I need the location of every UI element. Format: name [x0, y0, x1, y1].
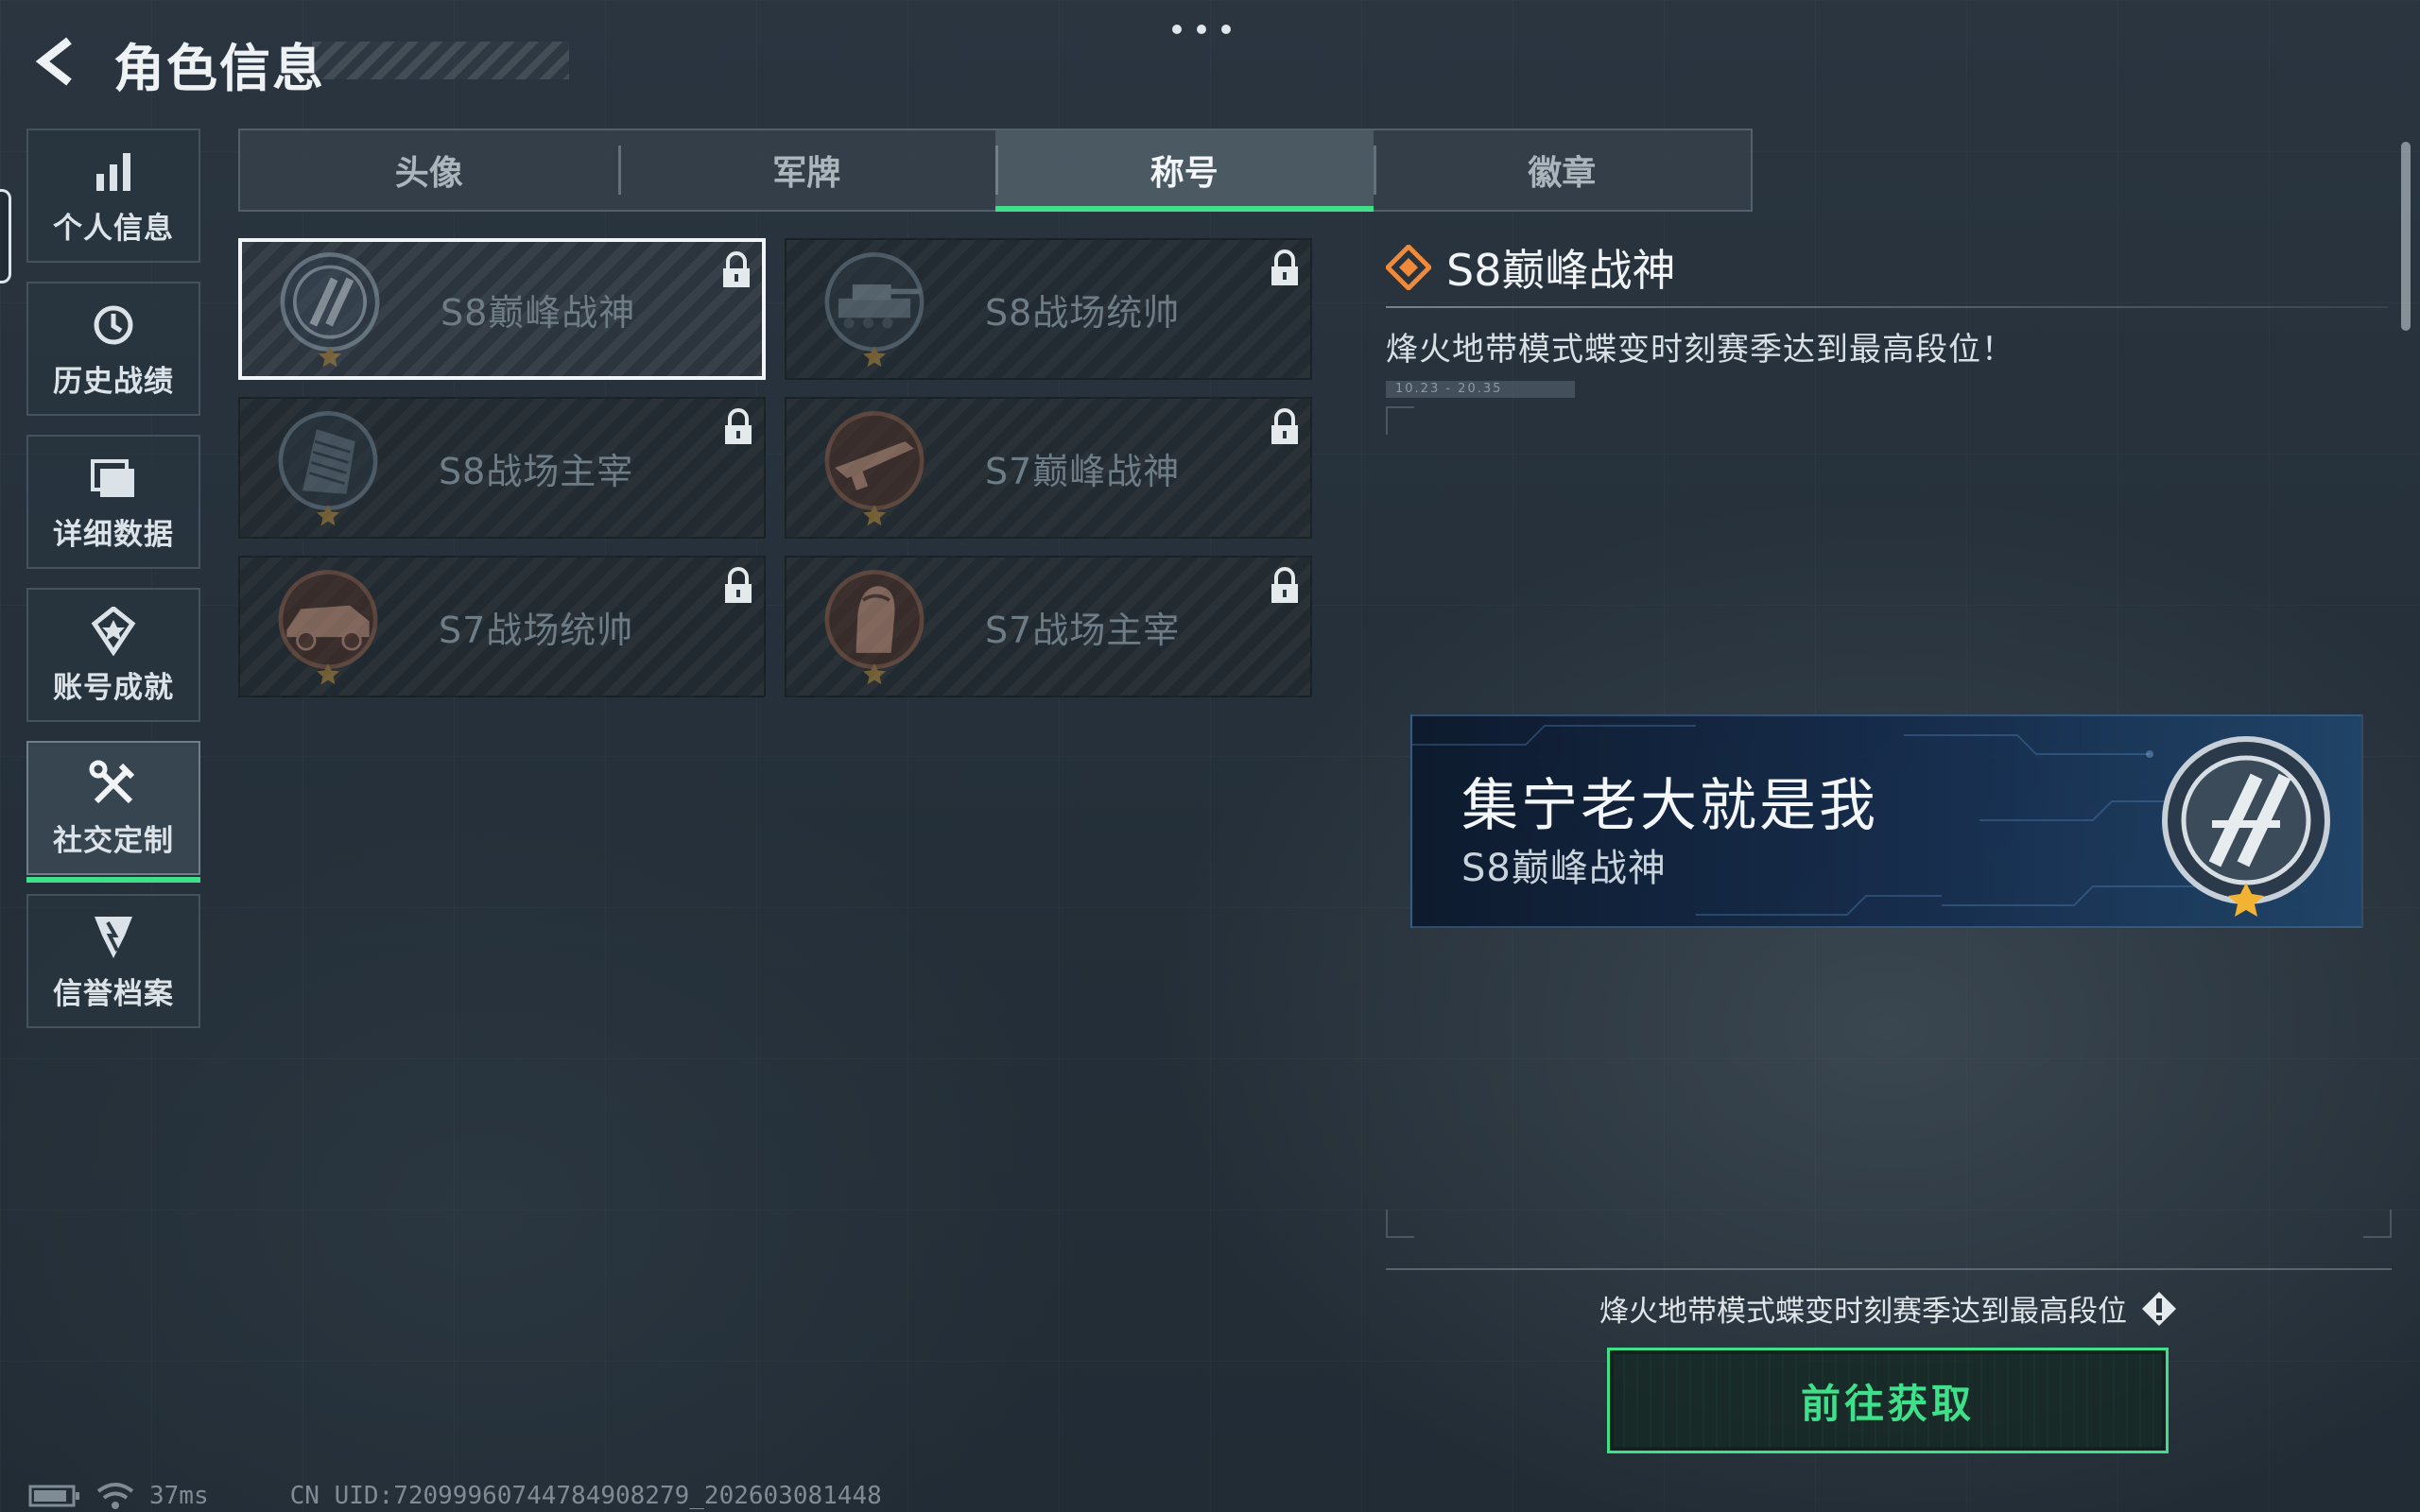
title-card-name: S7战场统帅: [439, 609, 634, 651]
sidebar-item-label: 历史战绩: [53, 364, 174, 399]
detail-title: S8巅峰战神: [1446, 245, 1676, 296]
category-tabs: 头像 军牌 称号 徽章: [238, 129, 1753, 212]
top-bar: 角色信息: [0, 0, 2420, 123]
wreath-emblem-icon: [280, 252, 380, 368]
building-emblem-icon: [278, 411, 378, 526]
wifi-icon: [96, 1483, 134, 1509]
more-dots-icon[interactable]: [1172, 25, 1231, 34]
title-card-name: S8巅峰战神: [441, 291, 636, 334]
tank-emblem-icon: [824, 252, 925, 368]
lock-icon: [725, 567, 752, 603]
sidebar-item-label: 详细数据: [53, 517, 174, 552]
info-diamond-icon[interactable]: [2140, 1290, 2178, 1328]
title-grid: S8巅峰战神 S8战场统帅 S8战场主宰 S7巅峰战神 S7战场统帅 S7战场主宰: [238, 238, 1312, 697]
bar-chart-icon: [96, 152, 130, 191]
sidebar-item-history[interactable]: 历史战绩: [26, 282, 200, 416]
title-card[interactable]: S7巅峰战神: [785, 397, 1312, 539]
preview-title: S8巅峰战神: [1461, 847, 1667, 890]
battery-icon: [28, 1485, 79, 1507]
page-title: 角色信息: [113, 39, 325, 98]
lock-icon: [1271, 249, 1298, 285]
go-obtain-button[interactable]: 前往获取: [1607, 1348, 2169, 1453]
title-card[interactable]: S8战场统帅: [785, 238, 1312, 380]
right-scrollbar[interactable]: [2401, 142, 2411, 331]
title-card-name: S7战场主宰: [985, 609, 1181, 651]
title-preview-banner: 集宁老大就是我 S8巅峰战神: [1410, 714, 2363, 928]
rifle-emblem-icon: [824, 411, 925, 526]
sidebar-item-achievements[interactable]: 账号成就: [26, 588, 200, 722]
tab-avatar[interactable]: 头像: [240, 130, 618, 210]
title-decoration: [312, 42, 569, 79]
frame-corner: [2363, 1210, 2392, 1238]
tools-icon: [89, 760, 135, 803]
detail-description: 烽火地带模式蝶变时刻赛季达到最高段位！: [1386, 331, 2014, 369]
sidebar-item-reputation[interactable]: 信誉档案: [26, 894, 200, 1028]
ping-value: 37ms: [149, 1482, 209, 1510]
clock-icon: [94, 305, 133, 344]
lock-icon: [1271, 408, 1298, 444]
sidebar: 个人信息 历史战绩 详细数据 账号成就 社交定制 信誉档案: [26, 129, 202, 1047]
title-card[interactable]: S7战场统帅: [238, 556, 766, 697]
title-card[interactable]: S7战场主宰: [785, 556, 1312, 697]
frame-corner: [1386, 406, 1414, 435]
tab-badge[interactable]: 徽章: [1373, 130, 1752, 210]
title-detail-panel: S8巅峰战神 烽火地带模式蝶变时刻赛季达到最高段位！ 10.23 - 20.35: [1386, 234, 2392, 398]
shield-icon: [95, 916, 132, 958]
sidebar-item-social[interactable]: 社交定制: [26, 741, 200, 883]
requirement-text: 烽火地带模式蝶变时刻赛季达到最高段位: [1599, 1295, 2127, 1329]
lock-icon: [723, 251, 750, 287]
sidebar-item-detailed-data[interactable]: 详细数据: [26, 435, 200, 569]
folder-icon: [91, 458, 134, 497]
sidebar-item-personal-info[interactable]: 个人信息: [26, 129, 200, 263]
vehicle-emblem-icon: [278, 570, 378, 685]
detail-divider: [1386, 306, 2388, 308]
frame-corner: [1386, 1210, 1414, 1238]
soldier-emblem-icon: [824, 570, 925, 685]
preview-player-name: 集宁老大就是我: [1461, 773, 1878, 839]
title-card[interactable]: S8巅峰战神: [238, 238, 766, 380]
requirement: 烽火地带模式蝶变时刻赛季达到最高段位: [1386, 1287, 2392, 1330]
wreath-emblem-icon: [2162, 736, 2330, 917]
requirement-divider: [1386, 1268, 2392, 1270]
sidebar-item-label: 信誉档案: [53, 976, 174, 1011]
achievement-icon: [91, 606, 136, 656]
tab-dogtag[interactable]: 军牌: [617, 130, 996, 210]
lock-icon: [1271, 567, 1298, 603]
title-card-name: S7巅峰战神: [985, 450, 1181, 492]
diamond-rank-icon: [1386, 245, 1431, 290]
status-bar: 37ms CN UID:720999607447849082​79_202603…: [28, 1480, 882, 1512]
tab-title[interactable]: 称号: [995, 130, 1374, 212]
sidebar-item-label: 个人信息: [53, 211, 174, 246]
sidebar-item-label: 社交定制: [53, 823, 174, 858]
title-card[interactable]: S8战场主宰: [238, 397, 766, 539]
back-arrow-icon: [35, 37, 72, 86]
sidebar-handle[interactable]: [0, 189, 11, 284]
uid-text: CN UID:720999607447849082​79_20260308144…: [289, 1482, 882, 1510]
detail-date: 10.23 - 20.35: [1386, 381, 1575, 398]
title-card-name: S8战场主宰: [439, 450, 634, 492]
back-button[interactable]: [25, 28, 91, 94]
sidebar-item-label: 账号成就: [53, 670, 174, 705]
lock-icon: [725, 408, 752, 444]
title-card-name: S8战场统帅: [985, 291, 1181, 334]
